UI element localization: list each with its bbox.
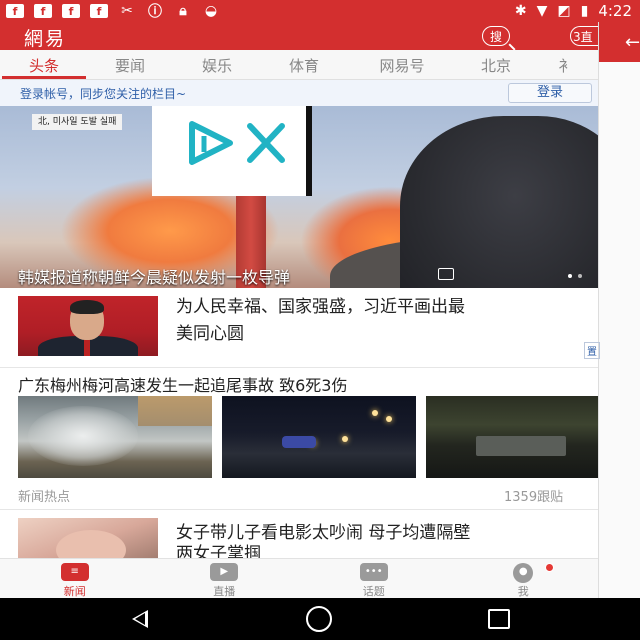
wifi-icon: ▼ <box>536 3 548 19</box>
bluetooth-icon: ✱ <box>514 3 527 19</box>
notification-badge <box>544 563 554 572</box>
tab-beijing[interactable]: 北京 <box>458 50 534 79</box>
screen: f f f f ✂ ⓘ 🔒︎ ◒ ✱ ▼ ◩ ▮ 4:22 網易 搜 3直 ← <box>0 0 640 640</box>
tab-news[interactable]: 要闻 <box>88 50 172 79</box>
home-icon[interactable] <box>306 606 332 632</box>
tab-label: 北京 <box>480 57 511 75</box>
news-headline: 广东梅州梅河高速发生一起追尾事故 致6死3伤 <box>18 376 348 395</box>
comment-count[interactable]: 1359跟贴 <box>504 486 563 505</box>
system-navigation-bar <box>0 598 640 640</box>
app-logo: 網易 <box>24 28 67 50</box>
play-icon: ▶ <box>210 563 239 581</box>
news-thumbnail <box>18 296 158 356</box>
no-signal-icon: ◩ <box>557 3 571 19</box>
news-photo <box>18 396 212 478</box>
live-headlines-button[interactable]: 3直 <box>570 26 598 46</box>
news-headline: 为人民幸福、国家强盛，习近平画出最 <box>176 297 465 317</box>
bottom-navigation: ≡ 新闻 ▶ 直播 ••• 话题 ● 我 <box>0 558 598 598</box>
android-icon: ◒ <box>204 3 218 19</box>
tab-sports[interactable]: 体育 <box>262 50 346 79</box>
hero-caption-tag: 北, 미사일 도발 실패 <box>32 114 123 130</box>
tab-entertainment[interactable]: 娱乐 <box>172 50 262 79</box>
nav-live[interactable]: ▶ 直播 <box>150 559 300 598</box>
search-label: 搜 <box>489 29 502 44</box>
thumbnail-figure <box>56 530 126 558</box>
battery-icon: ▮ <box>580 3 589 19</box>
tab-label: 网易号 <box>379 57 425 75</box>
nav-label: 我 <box>517 585 529 598</box>
facebook-icon: f <box>62 4 80 18</box>
photo-gallery-icon <box>438 268 454 280</box>
pinned-badge: 置 <box>584 342 600 359</box>
nav-topics[interactable]: ••• 话题 <box>299 559 449 598</box>
ad-overlay-border <box>306 106 312 196</box>
hero-title: 韩媒报道称朝鲜今晨疑似发射一枚导弹 <box>18 268 291 287</box>
carousel-dot <box>578 274 582 278</box>
photo-detail <box>372 410 378 416</box>
tab-headlines[interactable]: 头条 <box>0 50 88 79</box>
ad-logo-icon <box>189 121 285 165</box>
channel-tabs: 头条 要闻 娱乐 体育 网易号 北京 衤 <box>0 50 598 80</box>
status-bar: f f f f ✂ ⓘ 🔒︎ ◒ ✱ ▼ ◩ ▮ 4:22 <box>0 0 640 22</box>
profile-icon: ● <box>513 563 534 583</box>
live-headlines-label: 3直 <box>573 29 593 44</box>
thumbnail-figure <box>70 300 104 314</box>
login-button[interactable]: 登录 <box>508 83 592 103</box>
back-icon[interactable] <box>132 610 148 628</box>
tab-label: 娱乐 <box>201 57 232 75</box>
nav-news[interactable]: ≡ 新闻 <box>0 559 150 598</box>
photo-detail <box>386 416 392 422</box>
tab-netease-account[interactable]: 网易号 <box>346 50 458 79</box>
app-header: 網易 搜 3直 <box>0 22 598 50</box>
login-prompt-bar: 登录帐号，同步您关注的栏目~ 登录 <box>0 80 598 106</box>
carousel-dot-active <box>568 274 572 278</box>
search-button[interactable]: 搜 <box>482 26 510 46</box>
photo-detail <box>138 396 212 426</box>
nav-label: 直播 <box>213 585 236 598</box>
news-photo <box>426 396 598 478</box>
back-arrow-icon[interactable]: ← <box>625 32 640 53</box>
list-item[interactable]: 广东梅州梅河高速发生一起追尾事故 致6死3伤 新闻热点 1359跟贴 <box>0 368 598 510</box>
hero-image-person <box>400 116 598 288</box>
login-prompt-text: 登录帐号，同步您关注的栏目~ <box>20 87 187 101</box>
hero-carousel[interactable]: 北, 미사일 도발 실패 韩媒报道称朝鲜今晨疑似发射一枚导弹 <box>0 106 598 288</box>
tab-label: 体育 <box>288 57 319 75</box>
news-photo <box>222 396 416 478</box>
photo-detail <box>342 436 348 442</box>
list-item[interactable]: 女子带儿子看电影太吵闹 母子均遭隔壁 两女子掌掴 <box>0 510 598 558</box>
chat-icon: ••• <box>359 563 388 581</box>
alert-icon: ⓘ <box>148 4 162 20</box>
news-thumbnail <box>18 518 158 558</box>
recents-icon[interactable] <box>488 609 510 629</box>
photo-detail <box>28 406 138 466</box>
tab-label: 衤 <box>558 57 574 75</box>
tab-more[interactable]: 衤 <box>534 50 598 79</box>
tab-label: 头条 <box>28 57 59 75</box>
news-icon: ≡ <box>60 563 89 581</box>
nav-label: 新闻 <box>63 585 86 598</box>
news-headline-cont: 美同心圆 <box>176 324 244 344</box>
facebook-icon: f <box>6 4 24 18</box>
side-drawer-edge[interactable]: ← <box>598 22 640 598</box>
facebook-icon: f <box>90 4 108 18</box>
nav-label: 话题 <box>362 585 385 598</box>
facebook-icon: f <box>34 4 52 18</box>
nav-me[interactable]: ● 我 <box>449 559 599 598</box>
list-item[interactable]: 为人民幸福、国家强盛，习近平画出最 美同心圆 置 <box>0 288 600 368</box>
photo-detail <box>476 436 566 456</box>
photo-detail <box>282 436 316 448</box>
tab-label: 要闻 <box>114 57 145 75</box>
news-source: 新闻热点 <box>18 490 71 505</box>
status-time: 4:22 <box>598 2 632 20</box>
news-headline-cont: 两女子掌掴 <box>176 544 261 558</box>
ad-overlay[interactable] <box>152 106 310 196</box>
carousel-indicator <box>568 274 582 278</box>
lock-icon: 🔒︎ <box>179 3 187 19</box>
tools-icon: ✂ <box>121 3 133 19</box>
